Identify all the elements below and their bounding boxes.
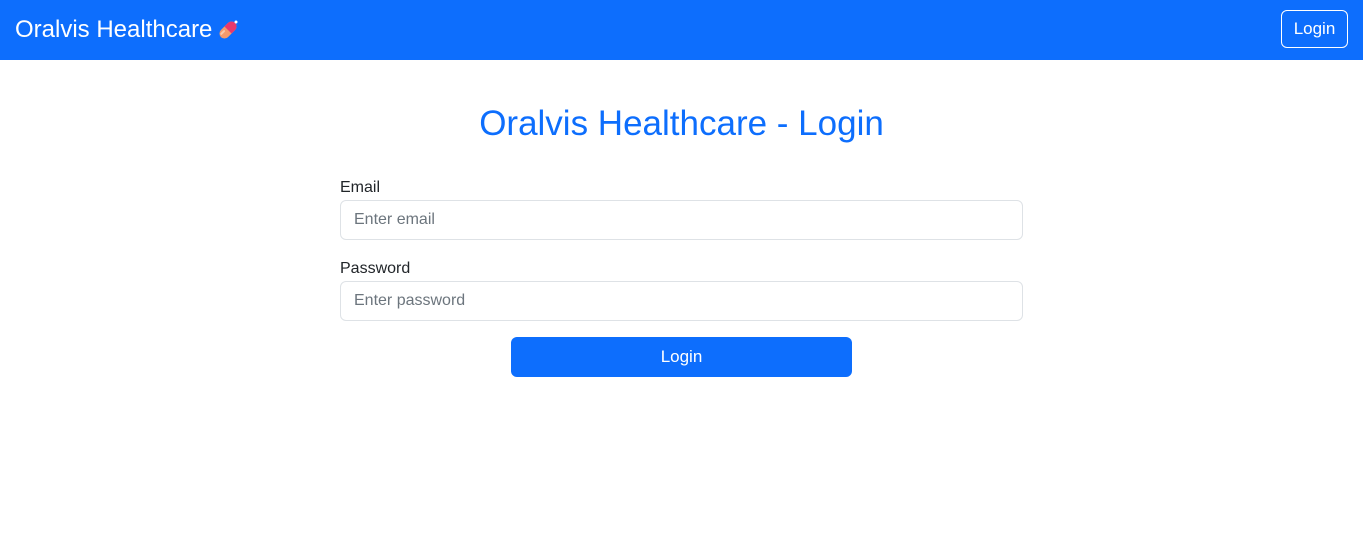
top-navbar: Oralvis Healthcare Login: [0, 0, 1363, 60]
pill-icon: [215, 17, 241, 43]
password-label: Password: [340, 260, 411, 277]
password-group: Password: [340, 257, 1023, 321]
nav-login-button[interactable]: Login: [1281, 10, 1348, 48]
login-submit-button[interactable]: Login: [511, 337, 852, 377]
email-label: Email: [340, 179, 381, 196]
email-group: Email: [340, 176, 1023, 240]
page-title: Oralvis Healthcare - Login: [479, 104, 884, 143]
brand-link[interactable]: Oralvis Healthcare: [15, 14, 241, 46]
email-field[interactable]: [340, 200, 1023, 240]
password-field[interactable]: [340, 281, 1023, 321]
brand-name: Oralvis Healthcare: [15, 16, 213, 43]
